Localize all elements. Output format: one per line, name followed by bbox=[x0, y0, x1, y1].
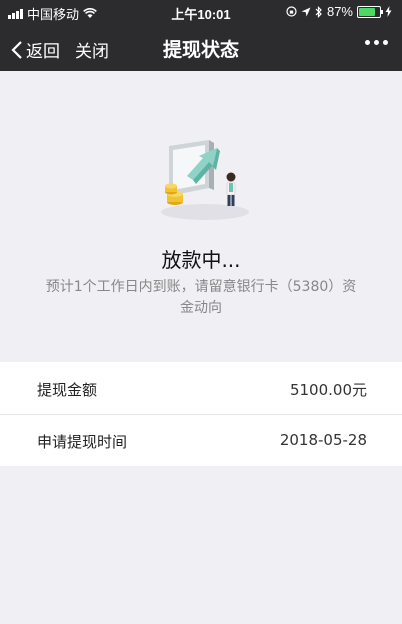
bluetooth-icon bbox=[315, 5, 322, 18]
battery-icon bbox=[357, 5, 383, 18]
nav-bar: 返回 关闭 提现状态 bbox=[0, 24, 402, 71]
status-description: 预计1个工作日内到账，请留意银行卡（5380）资金动向 bbox=[45, 279, 357, 316]
rotation-lock-icon bbox=[286, 6, 297, 17]
page-title: 提现状态 bbox=[162, 39, 239, 61]
status-title: 放款中... bbox=[161, 248, 241, 272]
battery-level bbox=[359, 7, 375, 16]
location-icon bbox=[301, 7, 311, 16]
status-hero: 放款中... 预计1个工作日内到账，请留意银行卡（5380）资金动向 bbox=[0, 71, 402, 362]
time-value: 2018-05-28 bbox=[279, 431, 367, 449]
status-bar: 中国移动 上午10:01 87% bbox=[0, 0, 402, 24]
detail-row-amount: 提现金额 5100.00元 bbox=[0, 362, 402, 414]
more-icon bbox=[365, 40, 370, 45]
time-label: 申请提现时间 bbox=[37, 433, 128, 451]
status-right: 87% bbox=[286, 4, 392, 19]
withdrawal-illustration bbox=[161, 140, 249, 220]
detail-row-time: 申请提现时间 2018-05-28 bbox=[0, 414, 402, 466]
amount-label: 提现金额 bbox=[37, 381, 98, 399]
charging-icon bbox=[385, 6, 392, 17]
top-bar: 中国移动 上午10:01 87% 返回 关闭 提现状态 bbox=[0, 0, 402, 71]
battery-percent: 87% bbox=[326, 4, 353, 19]
more-button[interactable] bbox=[365, 40, 388, 45]
amount-value: 5100.00元 bbox=[289, 381, 367, 399]
withdrawal-details: 提现金额 5100.00元 申请提现时间 2018-05-28 bbox=[0, 362, 402, 466]
